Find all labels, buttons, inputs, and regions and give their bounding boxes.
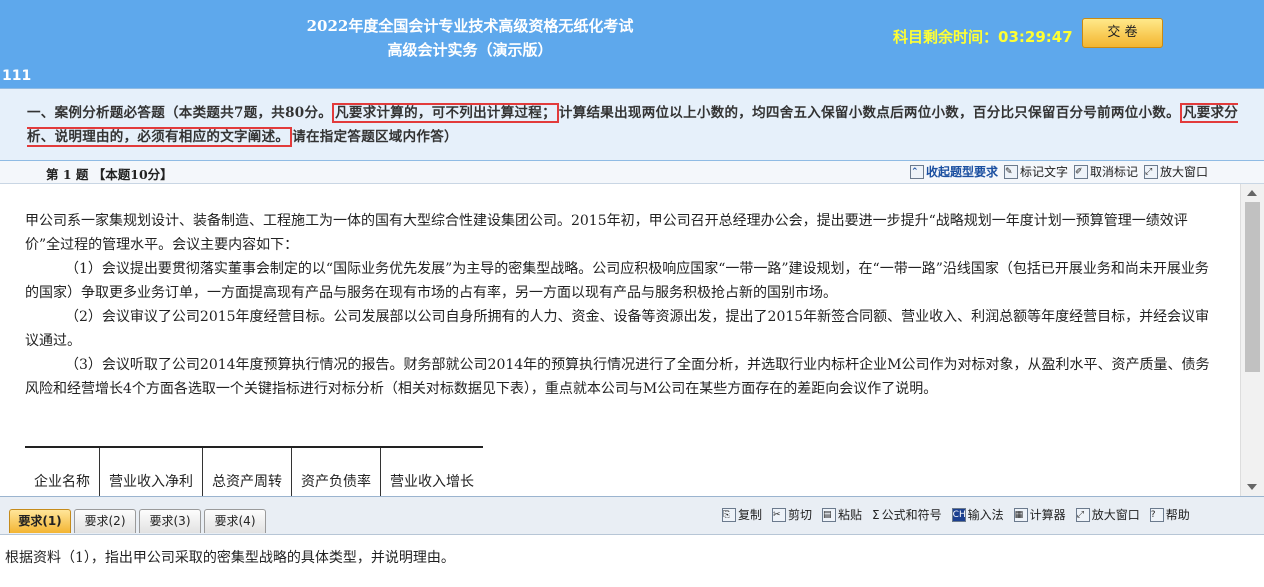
answer-toolbar: ⎘ 复制 ✂ 剪切 ▤ 粘贴 Σ 公式和符号 CH 输入法 ▦ 计算器 ⤢ 放大窗口 ? 帮助 [722,506,1190,523]
unmark-button[interactable]: ✐ 取消标记 [1074,163,1138,180]
tab-requirement-2[interactable]: 要求(2) [74,509,136,533]
enlarge-icon: ⤢ [1144,164,1159,179]
pencil-icon: ✎ [1004,164,1019,179]
paste-button[interactable]: ▤ 粘贴 [822,506,862,523]
tab-requirement-3[interactable]: 要求(3) [139,509,201,533]
instruction-part3: 请在指定答题区域内作答） [292,129,458,145]
highlight-calculation: 凡要求计算的，可不列出计算过程； [332,103,559,123]
question-toolbar: ⌃ 收起题型要求 ✎ 标记文字 ✐ 取消标记 ⤢ 放大窗口 [910,163,1208,180]
exam-title-line2: 高级会计实务（演示版） [387,41,553,59]
exam-header: 2022年度全国会计专业技术高级资格无纸化考试 高级会计实务（演示版） 科目剩余… [0,0,1264,88]
scroll-up-arrow-icon[interactable] [1247,190,1257,196]
question-title: 第 1 题 【本题10分】 [46,167,173,182]
scissors-icon: ✂ [772,507,787,522]
exam-title-line1: 2022年度全国会计专业技术高级资格无纸化考试 [306,17,634,35]
enlarge-answer-label: 放大窗口 [1091,508,1140,522]
instruction-text: 一、案例分析题必答题（本类题共7题，共80分。 凡要求计算的，可不列出计算过程；计… [27,101,1252,149]
instruction-part2: 计算结果出现两位以上小数的，均四舍五入保留小数点后两位小数，百分比只保留百分号前… [558,105,1180,121]
enlarge-question-label: 放大窗口 [1160,165,1209,179]
table-header-cell: 资产负债率 [291,447,381,496]
table-header-cell: 营业收入增长 [390,473,474,490]
case-paragraph-intro: 甲公司系一家集规划设计、装备制造、工程施工为一体的国有大型综合性建设集团公司。2… [25,213,1188,253]
timer-value: 03:29:47 [998,28,1073,46]
table-header-cell: 营业收入净利 [99,447,203,496]
collapse-requirements-button[interactable]: ⌃ 收起题型要求 [910,163,998,180]
timer-label: 科目剩余时间： [893,28,999,46]
content-scrollbar[interactable] [1240,184,1264,496]
table-header-cell: 总资产周转 [202,447,292,496]
question-number: 111 [2,68,32,84]
tab-requirement-1[interactable]: 要求(1) [9,509,71,533]
formula-label: 公式和符号 [881,508,942,522]
requirement-tabs: 要求(1) 要求(2) 要求(3) 要求(4) [9,509,266,533]
cut-label: 剪切 [788,508,813,522]
remaining-time: 科目剩余时间：03:29:47 [893,26,1073,47]
clipboard-icon: ▤ [822,507,837,522]
mark-text-button[interactable]: ✎ 标记文字 [1004,163,1068,180]
mark-text-label: 标记文字 [1020,165,1069,179]
enlarge-question-button[interactable]: ⤢ 放大窗口 [1144,163,1208,180]
calculator-label: 计算器 [1029,508,1066,522]
tab-requirement-4[interactable]: 要求(4) [204,509,266,533]
ime-label: 输入法 [967,508,1004,522]
calculator-icon: ▦ [1013,507,1028,522]
case-paragraph-2: （2）会议审议了公司2015年度经营目标。公司发展部以公司自身所拥有的人力、资金… [25,309,1210,349]
formula-button[interactable]: Σ 公式和符号 [872,506,942,523]
eraser-icon: ✐ [1074,164,1089,179]
table-header-cell: 企业名称 [25,447,100,496]
book-icon: ? [1149,507,1164,522]
unmark-label: 取消标记 [1090,165,1139,179]
section-instructions: 一、案例分析题必答题（本类题共7题，共80分。 凡要求计算的，可不列出计算过程；计… [0,88,1264,161]
requirement-text: 根据资料（1），指出甲公司采取的密集型战略的具体类型，并说明理由。 [5,550,455,566]
copy-button[interactable]: ⎘ 复制 [722,506,762,523]
exam-title: 2022年度全国会计专业技术高级资格无纸化考试 高级会计实务（演示版） [160,14,780,62]
copy-label: 复制 [738,508,763,522]
collapse-up-icon: ⌃ [910,164,924,179]
enlarge-icon: ⤢ [1075,507,1090,522]
case-paragraph-1: （1）会议提出要贯彻落实董事会制定的以“国际业务优先发展”为主导的密集型战略。公… [25,261,1209,301]
case-content: 甲公司系一家集规划设计、装备制造、工程施工为一体的国有大型综合性建设集团公司。2… [0,184,1240,496]
instruction-part1: 一、案例分析题必答题（本类题共7题，共80分。 [27,105,333,121]
sigma-icon: Σ [872,507,880,522]
input-method-button[interactable]: CH 输入法 [951,506,1004,523]
paste-label: 粘贴 [838,508,863,522]
question-header-bar: 第 1 题 【本题10分】 ⌃ 收起题型要求 ✎ 标记文字 ✐ 取消标记 ⤢ 放… [0,161,1264,184]
benchmark-table: 企业名称 营业收入净利 总资产周转 资产负债率 营业收入增长 [25,446,483,496]
answer-section: 要求(1) 要求(2) 要求(3) 要求(4) ⎘ 复制 ✂ 剪切 ▤ 粘贴 Σ 公式和… [0,496,1264,587]
submit-exam-button[interactable]: 交 卷 [1082,18,1163,48]
help-label: 帮助 [1165,508,1190,522]
case-paragraph-3: （3）会议听取了公司2014年度预算执行情况的报告。财务部就公司2014年的预算… [25,357,1210,397]
ime-icon: CH [951,507,966,522]
scrollbar-thumb[interactable] [1245,202,1260,372]
requirement-prompt: 根据资料（1），指出甲公司采取的密集型战略的具体类型，并说明理由。 [0,534,1264,587]
enlarge-answer-button[interactable]: ⤢ 放大窗口 [1075,506,1140,523]
scroll-down-arrow-icon[interactable] [1247,484,1257,490]
copy-icon: ⎘ [722,507,736,522]
table-header-row: 企业名称 营业收入净利 总资产周转 资产负债率 营业收入增长 [25,447,483,496]
collapse-label: 收起题型要求 [926,165,999,179]
cut-button[interactable]: ✂ 剪切 [772,506,812,523]
calculator-button[interactable]: ▦ 计算器 [1013,506,1066,523]
help-button[interactable]: ? 帮助 [1149,506,1190,523]
